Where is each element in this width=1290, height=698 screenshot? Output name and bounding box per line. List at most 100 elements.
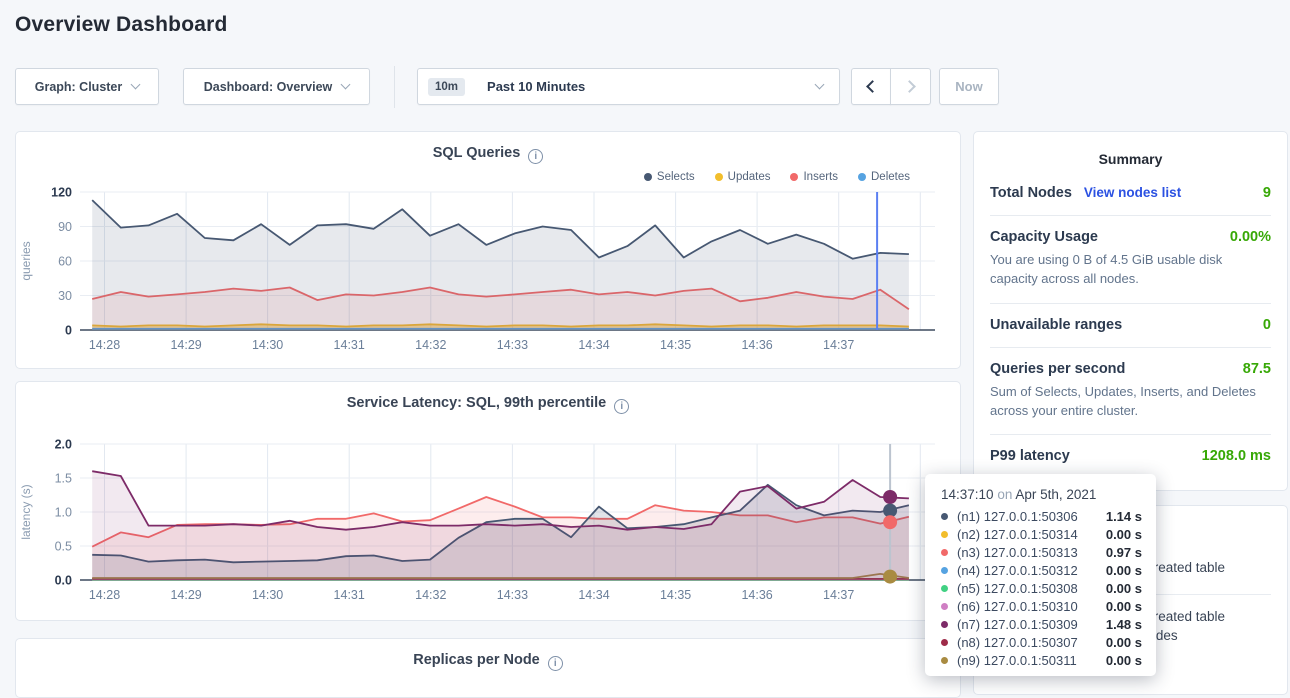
summary-rows: Total Nodes View nodes list 9 Capacity U…: [974, 172, 1287, 478]
node-address: (n2) 127.0.0.1:50314: [957, 527, 1078, 542]
svg-text:14:29: 14:29: [170, 338, 201, 352]
overview-dashboard-page: { "page": { "title": "Overview Dashboard…: [0, 0, 1290, 689]
svg-text:14:32: 14:32: [415, 588, 446, 602]
node-color-dot-icon: [941, 531, 948, 538]
summary-row: Capacity Usage 0.00% You are using 0 B o…: [990, 216, 1271, 304]
sql-queries-panel: SQL Queries i Selects Updates Inserts Del…: [15, 131, 961, 369]
tooltip-node-row: (n3) 127.0.0.1:50313 0.97 s: [941, 543, 1156, 561]
legend-dot-icon: [644, 173, 652, 181]
tooltip-node-row: (n7) 127.0.0.1:50309 1.48 s: [941, 615, 1156, 633]
tooltip-timestamp: 14:37:10 on Apr 5th, 2021: [941, 487, 1156, 502]
tooltip-date: Apr 5th, 2021: [1015, 487, 1096, 502]
node-color-dot-icon: [941, 657, 948, 664]
view-nodes-link[interactable]: View nodes list: [1084, 185, 1181, 200]
tooltip-node-row: (n5) 127.0.0.1:50308 0.00 s: [941, 579, 1156, 597]
summary-heading: Summary: [974, 132, 1287, 172]
graph-dropdown[interactable]: Graph: Cluster: [15, 68, 159, 105]
tooltip-time: 14:37:10: [941, 487, 994, 502]
node-latency-value: 1.48 s: [1106, 617, 1142, 632]
node-latency-value: 0.97 s: [1106, 545, 1142, 560]
node-color-dot-icon: [941, 585, 948, 592]
chart-legend: Selects Updates Inserts Deletes: [16, 164, 960, 184]
chevron-left-icon: [866, 80, 879, 93]
node-latency-value: 1.14 s: [1106, 509, 1142, 524]
svg-text:14:35: 14:35: [660, 588, 691, 602]
chart-title: Replicas per Node: [413, 652, 540, 668]
node-latency-value: 0.00 s: [1106, 527, 1142, 542]
svg-text:14:35: 14:35: [660, 338, 691, 352]
svg-text:2.0: 2.0: [55, 438, 72, 452]
chevron-down-icon: [815, 80, 825, 90]
replicas-title-row: Replicas per Node i: [16, 639, 960, 671]
summary-row: Queries per second 87.5 Sum of Selects, …: [990, 348, 1271, 436]
chevron-down-icon: [341, 80, 351, 90]
summary-row: Unavailable ranges 0: [990, 304, 1271, 348]
tooltip-node-row: (n1) 127.0.0.1:50306 1.14 s: [941, 507, 1156, 525]
node-latency-value: 0.00 s: [1106, 563, 1142, 578]
svg-text:1.0: 1.0: [55, 506, 72, 520]
service-latency-chart[interactable]: 0.00.51.01.52.014:2814:2914:3014:3114:32…: [16, 430, 960, 611]
now-button[interactable]: Now: [939, 68, 999, 105]
summary-description: You are using 0 B of 4.5 GiB usable disk…: [990, 251, 1271, 289]
svg-text:14:36: 14:36: [741, 338, 772, 352]
svg-text:latency (s): latency (s): [19, 484, 33, 539]
sql-queries-chart[interactable]: 030609012014:2814:2914:3014:3114:3214:33…: [16, 184, 960, 361]
summary-label: P99 latency: [990, 448, 1070, 464]
svg-text:14:31: 14:31: [334, 588, 365, 602]
tooltip-node-row: (n8) 127.0.0.1:50307 0.00 s: [941, 633, 1156, 651]
summary-value: 87.5: [1243, 361, 1271, 377]
page-title: Overview Dashboard: [15, 13, 228, 37]
svg-text:0.0: 0.0: [55, 574, 72, 588]
node-color-dot-icon: [941, 549, 948, 556]
svg-text:14:30: 14:30: [252, 338, 283, 352]
node-address: (n8) 127.0.0.1:50307: [957, 635, 1078, 650]
time-range-label: Past 10 Minutes: [487, 79, 585, 94]
node-color-dot-icon: [941, 567, 948, 574]
svg-text:60: 60: [58, 255, 72, 269]
summary-value: 1208.0 ms: [1202, 448, 1271, 464]
legend-item[interactable]: Deletes: [858, 170, 910, 184]
chart-hover-tooltip: 14:37:10 on Apr 5th, 2021 (n1) 127.0.0.1…: [925, 474, 1156, 676]
legend-item[interactable]: Updates: [715, 170, 771, 184]
node-address: (n5) 127.0.0.1:50308: [957, 581, 1078, 596]
legend-item[interactable]: Inserts: [790, 170, 838, 184]
summary-value: 0.00%: [1230, 229, 1271, 245]
node-address: (n9) 127.0.0.1:50311: [957, 653, 1077, 668]
summary-label: Unavailable ranges: [990, 317, 1122, 333]
svg-text:90: 90: [58, 220, 72, 234]
legend-dot-icon: [858, 173, 866, 181]
svg-text:14:30: 14:30: [252, 588, 283, 602]
svg-text:30: 30: [58, 289, 72, 303]
time-prev-button[interactable]: [851, 68, 891, 105]
node-color-dot-icon: [941, 621, 948, 628]
info-icon[interactable]: i: [548, 656, 563, 671]
node-latency-value: 0.00 s: [1106, 653, 1142, 668]
chevron-down-icon: [131, 80, 141, 90]
svg-text:14:37: 14:37: [823, 588, 854, 602]
chevron-right-icon: [903, 80, 916, 93]
info-icon[interactable]: i: [528, 149, 543, 164]
summary-row: P99 latency 1208.0 ms: [990, 435, 1271, 478]
time-next-button[interactable]: [890, 68, 931, 105]
graph-dropdown-label: Graph: Cluster: [35, 80, 123, 94]
chart-title: SQL Queries: [433, 145, 521, 161]
legend-item[interactable]: Selects: [644, 170, 695, 184]
info-icon[interactable]: i: [614, 399, 629, 414]
svg-text:14:34: 14:34: [578, 338, 609, 352]
service-latency-title-row: Service Latency: SQL, 99th percentilei: [16, 382, 960, 414]
summary-label: Queries per second: [990, 361, 1125, 377]
svg-text:14:28: 14:28: [89, 338, 120, 352]
tooltip-node-row: (n9) 127.0.0.1:50311 0.00 s: [941, 651, 1156, 669]
svg-text:1.5: 1.5: [55, 472, 72, 486]
svg-text:14:32: 14:32: [415, 338, 446, 352]
dashboard-dropdown[interactable]: Dashboard: Overview: [183, 68, 370, 105]
summary-panel: Summary Total Nodes View nodes list 9 Ca…: [973, 131, 1288, 491]
node-address: (n7) 127.0.0.1:50309: [957, 617, 1078, 632]
svg-text:14:28: 14:28: [89, 588, 120, 602]
time-range-dropdown[interactable]: 10m Past 10 Minutes: [417, 68, 840, 105]
summary-description: Sum of Selects, Updates, Inserts, and De…: [990, 383, 1271, 421]
summary-label: Capacity Usage: [990, 229, 1098, 245]
svg-text:120: 120: [51, 186, 72, 200]
node-latency-value: 0.00 s: [1106, 581, 1142, 596]
node-latency-value: 0.00 s: [1106, 635, 1142, 650]
